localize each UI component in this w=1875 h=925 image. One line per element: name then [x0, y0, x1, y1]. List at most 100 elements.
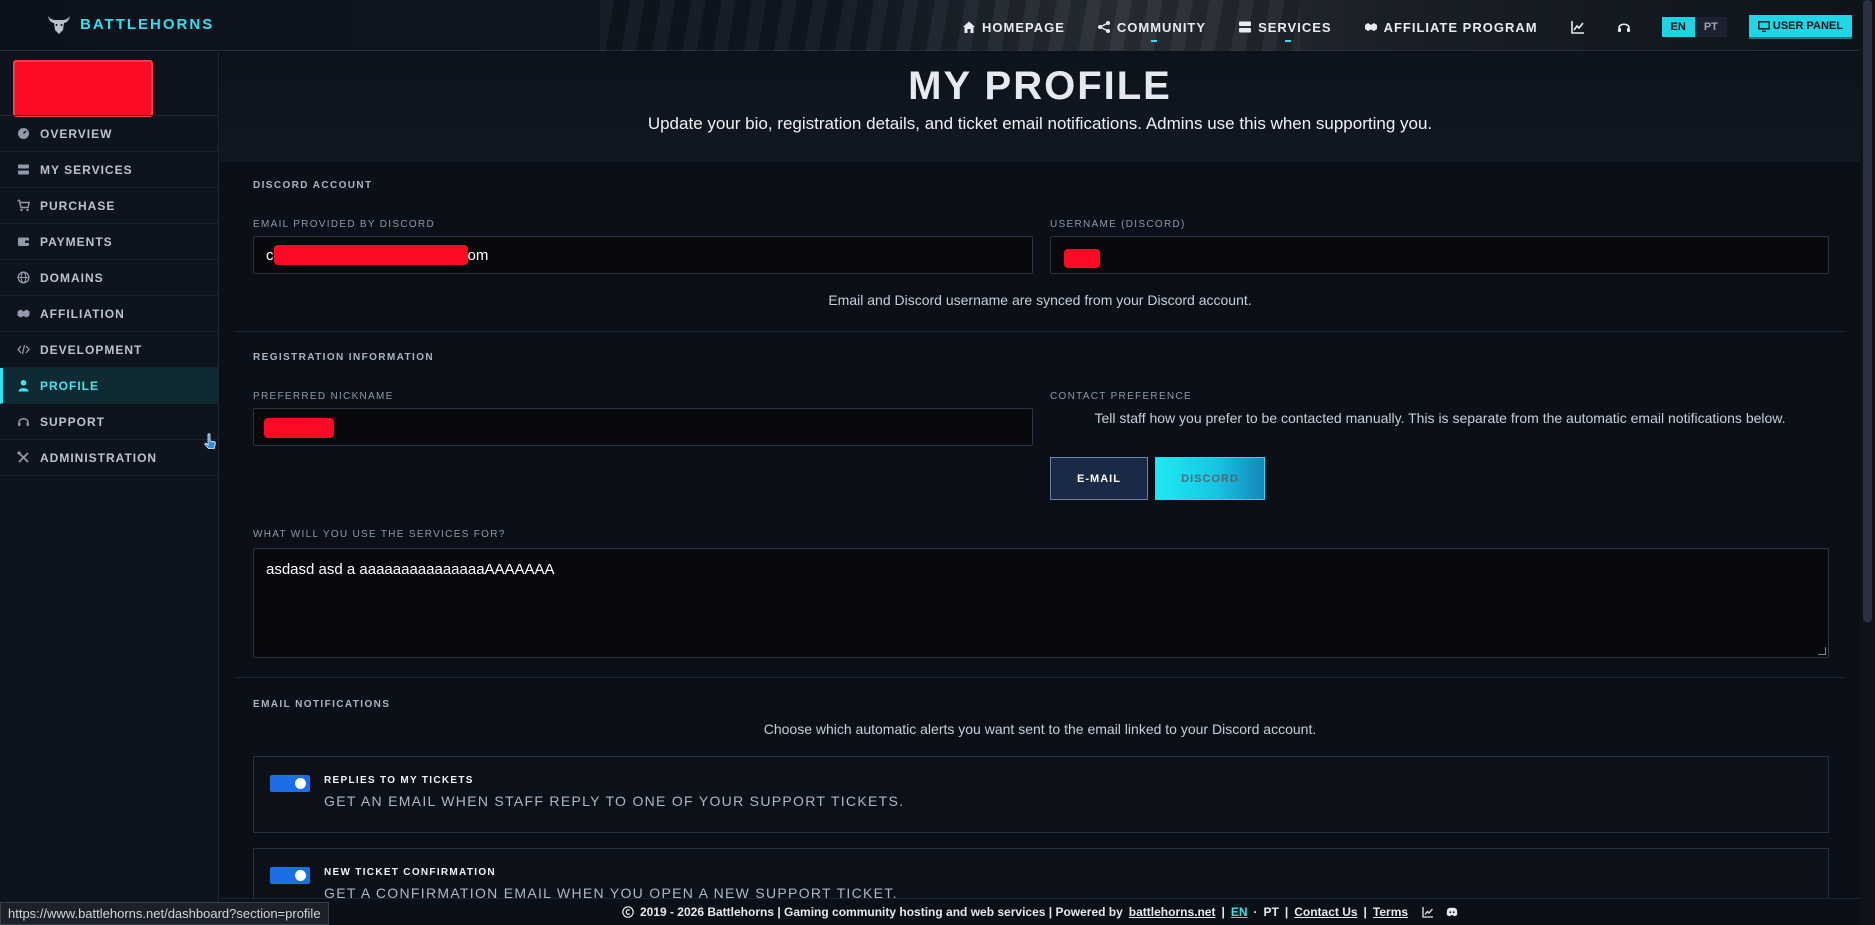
- chart-line-icon[interactable]: [1422, 906, 1434, 918]
- nav-services-indicator: [1284, 39, 1291, 42]
- username-redaction: [1064, 249, 1100, 268]
- page-title: MY PROFILE: [908, 64, 1172, 108]
- language-switcher: EN PT: [1661, 17, 1727, 37]
- redacted-avatar: [13, 60, 153, 117]
- sidebar-item-development[interactable]: DEVELOPMENT: [0, 332, 219, 368]
- contact-email-button[interactable]: E-MAIL: [1050, 457, 1148, 500]
- lang-en-button[interactable]: EN: [1661, 17, 1695, 37]
- footer-terms-link[interactable]: Terms: [1373, 905, 1408, 919]
- sidebar: OVERVIEW MY SERVICES PURCHASE PAYMENTS D…: [0, 52, 219, 925]
- footer-lang-pt[interactable]: PT: [1264, 905, 1279, 919]
- sidebar-item-affiliation[interactable]: AFFILIATION: [0, 296, 219, 332]
- nav-affiliate-label: AFFILIATE PROGRAM: [1383, 19, 1538, 35]
- footer-separator: |: [1363, 905, 1367, 919]
- sidebar-item-payments[interactable]: PAYMENTS: [0, 224, 219, 260]
- section-divider: [235, 677, 1845, 678]
- top-navbar: BATTLEHORNS HOMEPAGE COMMUNITY SERVICES …: [0, 0, 1860, 51]
- handshake-icon: [1364, 23, 1377, 31]
- footer-lang-en[interactable]: EN: [1231, 905, 1248, 919]
- toggle-knob: [295, 870, 306, 881]
- email-visible-prefix: c: [266, 246, 274, 264]
- notification-title: REPLIES TO MY TICKETS: [324, 775, 474, 786]
- sidebar-item-my-services[interactable]: MY SERVICES: [0, 152, 219, 188]
- nav-services[interactable]: SERVICES: [1238, 20, 1332, 42]
- cart-icon: [17, 199, 30, 212]
- footer-dot: ·: [1253, 905, 1258, 919]
- notification-card: REPLIES TO MY TICKETS GET AN EMAIL WHEN …: [253, 756, 1829, 833]
- contact-preference-label: CONTACT PREFERENCE: [1050, 391, 1192, 402]
- contact-discord-button[interactable]: DISCORD: [1155, 457, 1265, 500]
- discord-username-field[interactable]: [1050, 236, 1829, 274]
- new-ticket-toggle[interactable]: [270, 867, 310, 884]
- usage-textarea[interactable]: asdasd asd a aaaaaaaaaaaaaaaAAAAAAA: [253, 548, 1829, 658]
- sidebar-item-label: AFFILIATION: [40, 306, 125, 321]
- brand-name: BATTLEHORNS: [80, 15, 215, 33]
- sidebar-item-purchase[interactable]: PURCHASE: [0, 188, 219, 224]
- nav-community-label: COMMUNITY: [1116, 19, 1207, 35]
- share-icon: [1097, 21, 1110, 33]
- nickname-field[interactable]: [253, 408, 1033, 446]
- sidebar-item-label: PAYMENTS: [40, 234, 113, 249]
- user-panel-button[interactable]: USER PANEL: [1748, 15, 1852, 39]
- nav-community-indicator: [1151, 39, 1158, 42]
- footer-separator: |: [1284, 905, 1289, 919]
- sidebar-item-profile[interactable]: PROFILE: [0, 368, 219, 404]
- sidebar-item-label: DOMAINS: [40, 270, 104, 285]
- registration-section-heading: REGISTRATION INFORMATION: [253, 352, 434, 363]
- email-visible-suffix: om: [467, 246, 489, 264]
- nickname-redaction: [264, 418, 334, 438]
- sidebar-item-domains[interactable]: DOMAINS: [0, 260, 219, 296]
- chart-line-icon[interactable]: [1570, 19, 1586, 35]
- globe-icon: [17, 271, 30, 284]
- user-panel-label: USER PANEL: [1772, 20, 1843, 32]
- footer-site-link[interactable]: battlehorns.net: [1129, 905, 1216, 919]
- resize-grip-icon[interactable]: [1818, 647, 1826, 655]
- discord-icon[interactable]: [1446, 906, 1458, 918]
- sidebar-item-label: OVERVIEW: [40, 126, 113, 141]
- footer-contact-link[interactable]: Contact Us: [1294, 905, 1357, 919]
- hand-cursor-icon: [204, 433, 216, 449]
- page-subtitle: Update your bio, registration details, a…: [647, 114, 1433, 133]
- usage-text: asdasd asd a aaaaaaaaaaaaaaaAAAAAAA: [266, 561, 555, 578]
- sidebar-item-label: ADMINISTRATION: [40, 450, 158, 465]
- headset-icon[interactable]: [1616, 19, 1632, 35]
- sidebar-item-label: PURCHASE: [40, 198, 116, 213]
- discord-username-label: USERNAME (DISCORD): [1050, 219, 1186, 230]
- sidebar-menu: OVERVIEW MY SERVICES PURCHASE PAYMENTS D…: [0, 116, 219, 476]
- main-nav: HOMEPAGE COMMUNITY SERVICES AFFILIATE PR…: [962, 15, 1852, 42]
- sidebar-item-label: PROFILE: [40, 378, 100, 393]
- sidebar-item-administration[interactable]: ADMINISTRATION: [0, 440, 219, 476]
- nav-homepage[interactable]: HOMEPAGE: [962, 20, 1065, 35]
- nav-homepage-label: HOMEPAGE: [982, 19, 1065, 35]
- gauge-icon: [18, 128, 29, 139]
- brand-link[interactable]: BATTLEHORNS: [46, 12, 214, 36]
- server-icon: [1239, 21, 1252, 33]
- page-footer: 2019 - 2026 Battlehorns | Gaming communi…: [220, 898, 1860, 925]
- nickname-label: PREFERRED NICKNAME: [253, 391, 394, 402]
- discord-email-field[interactable]: c om: [253, 236, 1033, 274]
- sidebar-item-overview[interactable]: OVERVIEW: [0, 116, 219, 152]
- sidebar-item-label: SUPPORT: [40, 414, 106, 429]
- discord-sync-note: Email and Discord username are synced fr…: [828, 292, 1252, 308]
- email-redaction: [274, 245, 468, 265]
- monitor-icon: [1758, 20, 1770, 32]
- copyright-icon: [622, 906, 634, 918]
- discord-section-heading: DISCORD ACCOUNT: [253, 180, 373, 191]
- sidebar-item-support[interactable]: SUPPORT: [0, 404, 219, 440]
- notification-title: NEW TICKET CONFIRMATION: [324, 867, 496, 878]
- bull-logo-icon: [48, 16, 70, 34]
- main-content: MY PROFILE Update your bio, registration…: [220, 52, 1860, 925]
- browser-status-url: https://www.battlehorns.net/dashboard?se…: [0, 902, 329, 925]
- notifications-note: Choose which automatic alerts you want s…: [763, 721, 1317, 737]
- lang-pt-button[interactable]: PT: [1694, 17, 1727, 37]
- nav-affiliate-program[interactable]: AFFILIATE PROGRAM: [1364, 20, 1538, 35]
- footer-copyright: 2019 - 2026 Battlehorns | Gaming communi…: [639, 905, 1123, 919]
- scrollbar-thumb[interactable]: [1863, 0, 1872, 622]
- server-icon: [18, 164, 29, 175]
- code-icon: [17, 344, 30, 355]
- replies-toggle[interactable]: [270, 775, 310, 792]
- nav-community[interactable]: COMMUNITY: [1097, 19, 1207, 42]
- home-icon: [963, 21, 975, 33]
- user-icon: [18, 380, 29, 392]
- discord-email-label: EMAIL PROVIDED BY DISCORD: [253, 219, 435, 230]
